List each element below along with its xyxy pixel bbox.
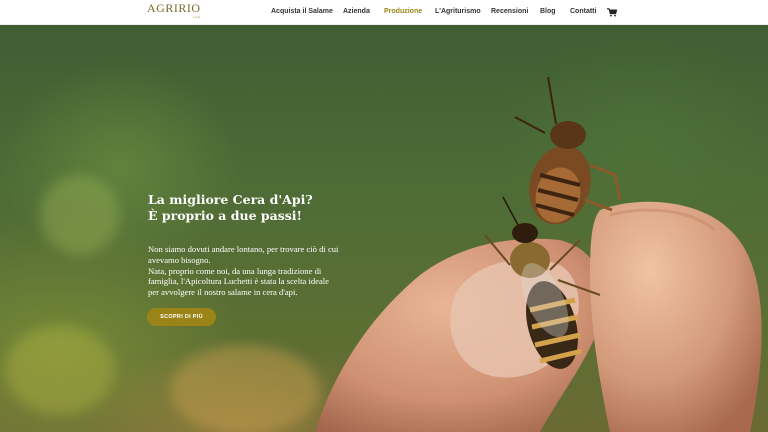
logo-text: AGRIRIO	[147, 1, 201, 15]
hero-description: Non siamo dovuti andare lontano, per tro…	[148, 244, 388, 298]
cart-icon[interactable]	[607, 8, 617, 17]
hero-text-line: Non siamo dovuti andare lontano, per tro…	[148, 244, 339, 254]
nav-recensioni[interactable]: Recensioni	[491, 8, 528, 15]
logo-subtext: farm	[192, 15, 201, 19]
nav-blog[interactable]: Blog	[540, 8, 556, 15]
hero-photo-bees-on-fingers	[315, 76, 762, 432]
site-logo[interactable]: AGRIRIO farm	[147, 2, 201, 19]
nav-agriturismo[interactable]: L'Agriturismo	[435, 8, 481, 15]
nav-acquista-salame[interactable]: Acquista il Salame	[271, 8, 333, 15]
hero-text-line: famiglia, l'Apicoltura Luchetti è stata …	[148, 276, 329, 287]
nav-azienda[interactable]: Azienda	[343, 8, 370, 15]
hero-text-line: per avvolgere il nostro salame in cera d…	[148, 287, 298, 298]
scopri-di-piu-button[interactable]: SCOPRI DI PIÙ	[147, 308, 216, 326]
hero-text-line: Nata, proprio come noi, da una lunga tra…	[148, 265, 322, 276]
nav-contatti[interactable]: Contatti	[570, 8, 596, 15]
hero-title-line-1: La migliore Cera d'Api?	[148, 192, 313, 207]
hero-text-line: avevamo bisogno.	[148, 254, 211, 265]
hero-title-line-2: È proprio a due passi!	[148, 208, 303, 223]
hero-title: La migliore Cera d'Api? È proprio a due …	[148, 192, 368, 224]
nav-produzione[interactable]: Produzione	[384, 8, 422, 15]
hero-section: La migliore Cera d'Api? È proprio a due …	[0, 25, 768, 432]
site-header: AGRIRIO farm Acquista il Salame Azienda …	[0, 0, 768, 25]
